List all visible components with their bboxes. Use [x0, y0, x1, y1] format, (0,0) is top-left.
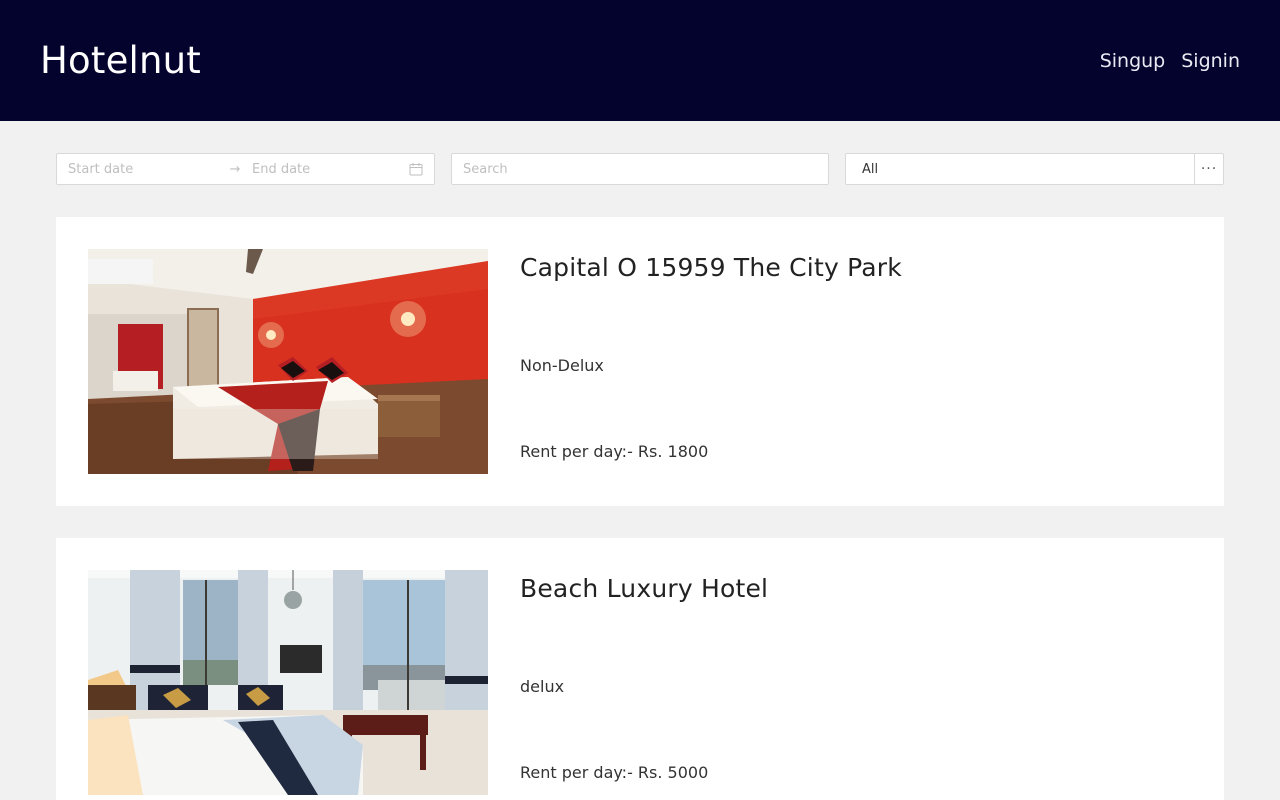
category-select[interactable]: All ··· — [845, 153, 1224, 185]
hotel-room-type: Non-Delux — [520, 356, 604, 375]
hotel-info: Beach Luxury Hotel delux Rent per day:- … — [520, 570, 1192, 795]
end-date-field[interactable]: End date — [252, 162, 409, 177]
brand-logo[interactable]: Hotelnut — [40, 39, 201, 82]
hotel-room-type: delux — [520, 677, 565, 696]
hotel-rent: Rent per day:- Rs. 1800 — [520, 442, 709, 461]
hotel-card[interactable]: Capital O 15959 The City Park Non-Delux … — [56, 217, 1224, 506]
more-icon[interactable]: ··· — [1194, 154, 1223, 184]
hotel-name[interactable]: Capital O 15959 The City Park — [520, 253, 1192, 282]
category-select-value[interactable]: All — [846, 154, 1194, 184]
top-header: Hotelnut Singup Signin — [0, 0, 1280, 121]
search-input[interactable] — [451, 153, 829, 185]
hotel-list: Capital O 15959 The City Park Non-Delux … — [56, 217, 1224, 800]
signup-link[interactable]: Singup — [1100, 50, 1166, 72]
top-nav: Singup Signin — [1100, 50, 1240, 72]
hotel-info: Capital O 15959 The City Park Non-Delux … — [520, 249, 1192, 474]
main-content: Start date → End date All ··· — [0, 121, 1280, 800]
hotel-name[interactable]: Beach Luxury Hotel — [520, 574, 1192, 603]
hotel-rent: Rent per day:- Rs. 5000 — [520, 763, 709, 782]
hotel-image[interactable] — [88, 570, 488, 795]
calendar-icon[interactable] — [409, 162, 423, 176]
arrow-right-icon: → — [229, 161, 241, 177]
hotel-card[interactable]: Beach Luxury Hotel delux Rent per day:- … — [56, 538, 1224, 800]
start-date-field[interactable]: Start date — [68, 162, 218, 177]
filter-bar: Start date → End date All ··· — [56, 153, 1224, 185]
date-range-picker[interactable]: Start date → End date — [56, 153, 435, 185]
signin-link[interactable]: Signin — [1181, 50, 1240, 72]
hotel-image[interactable] — [88, 249, 488, 474]
